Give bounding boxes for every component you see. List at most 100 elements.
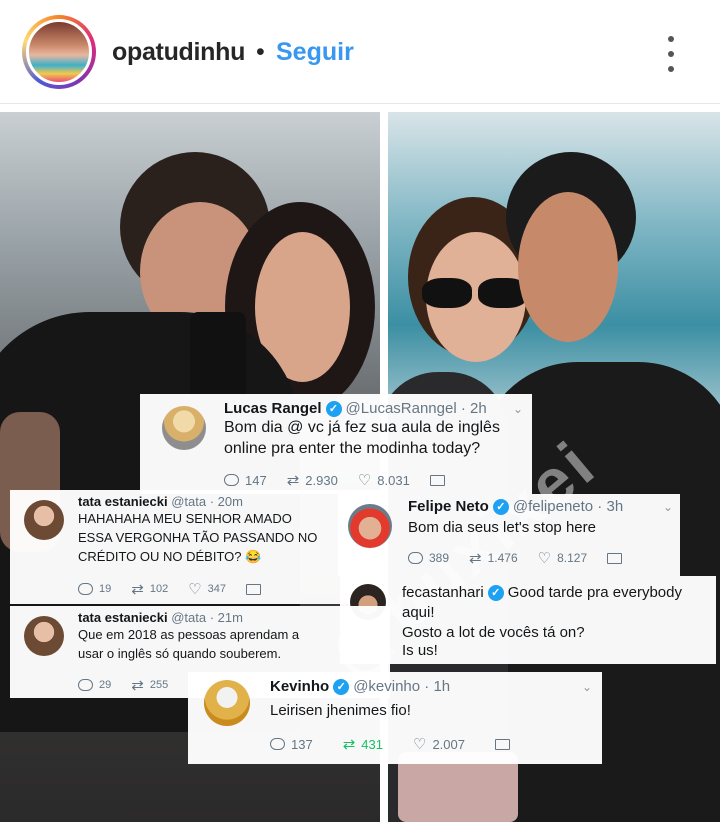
chevron-down-icon[interactable]: ⌄	[663, 500, 673, 514]
like-count: 347	[207, 583, 226, 595]
tweet-avatar[interactable]	[24, 616, 64, 656]
avatar[interactable]	[26, 19, 92, 85]
message-button[interactable]	[494, 738, 510, 750]
retweet-button[interactable]: ⇄ 2.930	[287, 471, 338, 489]
tweet-card-felipe-neto[interactable]: Felipe Neto ✓ @felipeneto · 3h ⌄ Bom dia s…	[338, 494, 680, 576]
tweet-avatar[interactable]	[24, 500, 64, 540]
retweet-button[interactable]: ⇄ 102	[131, 580, 168, 598]
tweet-text-line: Bom dia @ vc já fez sua aula de inglês	[224, 419, 500, 436]
tweet-actions: 147 ⇄ 2.930 ♡ 8.031	[224, 471, 465, 489]
reply-button[interactable]: 19	[78, 583, 111, 595]
chevron-down-icon[interactable]: ⌄	[513, 402, 523, 416]
reply-icon	[408, 552, 423, 564]
retweet-icon: ⇄	[131, 581, 144, 598]
heart-icon: ♡	[412, 736, 427, 753]
tweet-author-name[interactable]: Felipe Neto	[408, 498, 489, 515]
tweet-card-fecastanhari[interactable]: fecastanhari ✓ Good tarde pra everybody aq…	[340, 576, 716, 664]
tweet-handle[interactable]: @LucasRanngel · 2h	[346, 400, 487, 417]
verified-badge-icon: ✓	[333, 679, 350, 695]
reply-count: 29	[99, 679, 112, 691]
like-count: 8.127	[557, 551, 588, 565]
tweet-text-line: usar o inglês só quando souberem.	[78, 646, 282, 661]
tweet-handle[interactable]: @felipeneto · 3h	[513, 498, 623, 515]
reply-icon	[78, 679, 93, 691]
like-button[interactable]: ♡ 8.127	[538, 549, 587, 567]
retweet-button[interactable]: ⇄ 255	[131, 676, 168, 694]
message-button[interactable]	[429, 474, 445, 486]
tweet-text-line: ESSA VERGONHA TÃO PASSANDO NO	[78, 530, 318, 545]
retweet-icon: ⇄	[342, 736, 356, 753]
envelope-icon	[607, 552, 623, 564]
tweet-card-kevinho[interactable]: Kevinho ✓ @kevinho · 1h ⌄ Leirisen jhenime…	[188, 672, 602, 764]
follow-button[interactable]: Seguir	[276, 38, 354, 67]
separator-dot: •	[256, 38, 265, 66]
verified-badge-icon: ✓	[325, 401, 342, 417]
tweet-author-name[interactable]: fecastanhari	[402, 584, 484, 601]
reply-icon	[224, 474, 239, 486]
reply-button[interactable]: 147	[224, 473, 267, 488]
tweet-avatar[interactable]	[204, 680, 250, 726]
like-button[interactable]: ♡ 2.007	[413, 735, 465, 753]
like-button[interactable]: ♡ 347	[188, 580, 226, 598]
story-ring[interactable]	[22, 15, 96, 89]
tweet-text-line: Is us!	[402, 642, 438, 659]
tweet-text-line: Que em 2018 as pessoas aprendam a	[78, 627, 300, 642]
reply-count: 147	[245, 472, 267, 488]
retweet-count: 1.476	[487, 551, 518, 565]
envelope-icon	[494, 738, 510, 750]
tweet-author-name[interactable]: Kevinho	[270, 678, 329, 695]
tweet-text-line: Leirisen jhenimes fio!	[270, 702, 411, 719]
tweet-avatar[interactable]	[162, 406, 206, 450]
tweet-card-tata-20m[interactable]: tata estaniecki @tata · 20m HAHAHAHA MEU…	[10, 490, 380, 604]
tweet-handle[interactable]: @tata · 20m	[171, 494, 243, 509]
reply-count: 19	[99, 583, 112, 595]
tweet-author-name[interactable]: Lucas Rangel	[224, 400, 322, 417]
retweet-count: 431	[361, 736, 383, 752]
tweet-text-line: HAHAHAHA MEU SENHOR AMADO	[78, 511, 292, 526]
retweet-count: 102	[149, 583, 169, 595]
tweet-handle[interactable]: @kevinho · 1h	[353, 678, 450, 695]
username-link[interactable]: opatudinhu	[112, 38, 245, 67]
verified-badge-icon: ✓	[492, 499, 509, 515]
retweet-count: 255	[149, 679, 169, 691]
tweet-handle[interactable]: @tata · 21m	[171, 610, 243, 625]
retweet-button[interactable]: ⇄ 1.476	[469, 549, 518, 567]
like-count: 8.031	[377, 472, 410, 488]
tweet-text-line: Bom dia seus let's stop here	[408, 519, 596, 536]
tweet-text-line: online pra enter the modinha today?	[224, 440, 481, 457]
tweet-actions: 137 ⇄ 431 ♡ 2.007	[270, 735, 530, 753]
tweet-text-line: Good tarde pra everybody	[507, 584, 682, 601]
chevron-down-icon[interactable]: ⌄	[582, 680, 592, 694]
retweet-icon: ⇄	[469, 550, 482, 567]
message-button[interactable]	[607, 552, 623, 564]
like-button[interactable]: ♡ 8.031	[358, 471, 410, 489]
tweet-author-name[interactable]: tata estaniecki	[78, 494, 168, 509]
tweet-text-line: Gosto a lot de vocês tá on?	[402, 624, 585, 641]
post-header: opatudinhu • Seguir	[0, 0, 720, 104]
tweet-card-lucas-rangel[interactable]: Lucas Rangel ✓ @LucasRanngel · 2h ⌄ Bom di…	[140, 394, 532, 494]
retweet-button[interactable]: ⇄ 431	[343, 735, 383, 753]
reply-button[interactable]: 29	[78, 679, 111, 691]
heart-icon: ♡	[357, 472, 372, 489]
tweet-actions: 29 ⇄ 255	[78, 676, 188, 694]
reply-button[interactable]: 389	[408, 551, 449, 565]
tweet-actions: 19 ⇄ 102 ♡ 347	[78, 580, 281, 598]
reply-count: 137	[291, 736, 313, 752]
heart-icon: ♡	[188, 581, 202, 598]
reply-icon	[270, 738, 285, 750]
tweet-text-line: CRÉDITO OU NO DÉBITO? 😂	[78, 549, 262, 564]
verified-badge-icon: ✓	[487, 585, 504, 601]
message-button[interactable]	[246, 583, 261, 595]
envelope-icon	[246, 583, 261, 595]
retweet-icon: ⇄	[286, 472, 300, 489]
retweet-count: 2.930	[305, 472, 338, 488]
tweet-author-name[interactable]: tata estaniecki	[78, 610, 168, 625]
tweet-avatar[interactable]	[348, 504, 392, 548]
tweet-text-line: aqui!	[402, 604, 435, 621]
tweet-actions: 389 ⇄ 1.476 ♡ 8.127	[408, 549, 642, 567]
reply-count: 389	[429, 551, 450, 565]
envelope-icon	[429, 474, 445, 486]
like-count: 2.007	[432, 736, 465, 752]
reply-button[interactable]: 137	[270, 737, 313, 752]
more-vertical-icon[interactable]	[664, 36, 678, 72]
